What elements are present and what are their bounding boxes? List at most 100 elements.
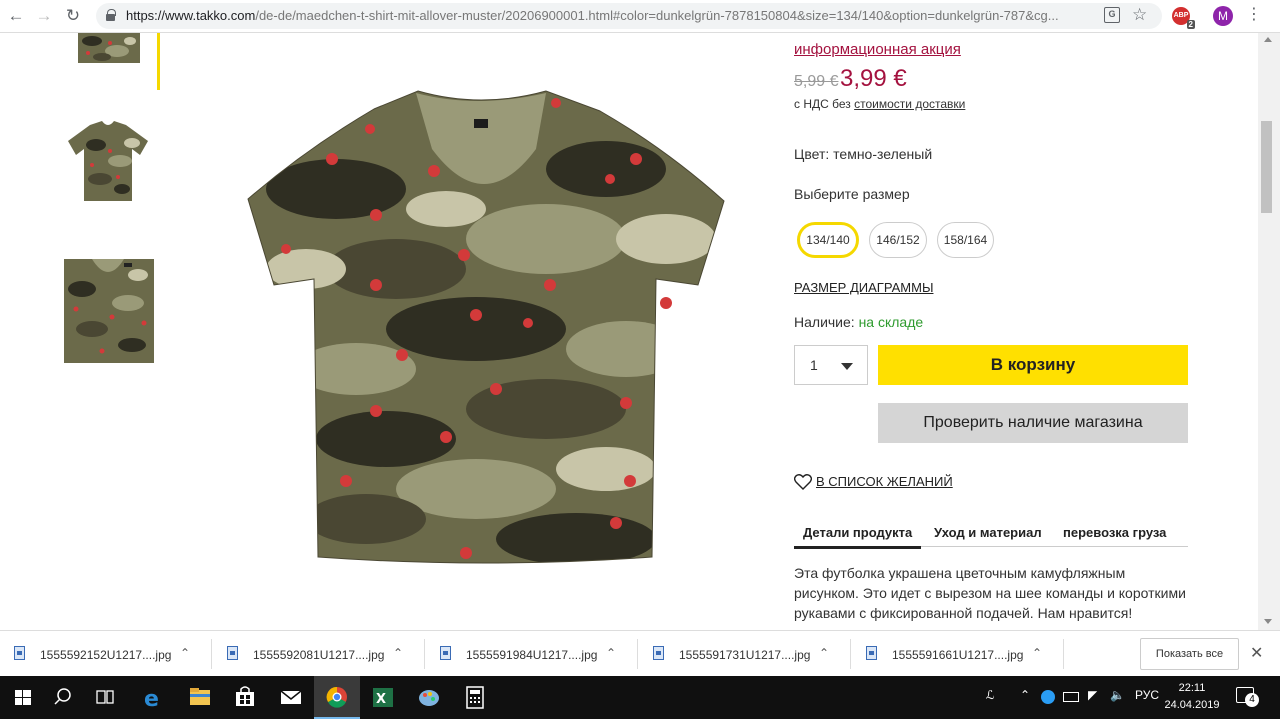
volume-icon[interactable]: 🔈 — [1110, 688, 1125, 702]
thumbnail-1[interactable] — [62, 33, 154, 67]
download-filename: 1555591731U1217....jpg — [679, 648, 811, 662]
product-main-image[interactable] — [246, 89, 728, 570]
forward-icon[interactable]: → — [34, 6, 54, 26]
download-filename: 1555592152U1217....jpg — [40, 648, 172, 662]
chevron-up-icon[interactable]: ⌃ — [393, 646, 403, 660]
paint-app-icon[interactable] — [406, 676, 452, 719]
old-price: 5,99 € — [794, 73, 839, 90]
chrome-taskbar-icon[interactable] — [314, 676, 360, 719]
address-bar[interactable]: https://www.takko.com/de-de/maedchen-t-s… — [96, 3, 1162, 29]
size-button-146-152[interactable]: 146/152 — [869, 222, 927, 258]
browser-menu-icon[interactable]: ⋮ — [1246, 5, 1262, 25]
wishlist-link[interactable]: В СПИСОК ЖЕЛАНИЙ — [794, 474, 953, 490]
edge-browser-icon[interactable]: e — [130, 676, 176, 719]
shipping-cost-link[interactable]: стоимости доставки — [854, 97, 965, 111]
quantity-select[interactable]: 1 — [794, 345, 868, 385]
language-indicator[interactable]: РУС — [1135, 688, 1159, 702]
adblock-extension-icon[interactable]: ABP 2 — [1172, 7, 1195, 29]
clock-date: 24.04.2019 — [1164, 699, 1220, 711]
chevron-up-icon[interactable]: ⌃ — [819, 646, 829, 660]
tab-care-material[interactable]: Уход и материал — [934, 525, 1042, 547]
bookmark-star-icon[interactable]: ☆ — [1132, 5, 1147, 25]
reload-icon[interactable]: ↻ — [63, 6, 83, 26]
chevron-up-icon[interactable]: ⌃ — [1020, 688, 1030, 702]
chevron-up-icon[interactable]: ⌃ — [180, 646, 190, 660]
thumbnail-3[interactable] — [62, 259, 154, 363]
task-view-icon[interactable] — [82, 676, 128, 719]
network-icon[interactable]: ◤ — [1088, 688, 1097, 702]
clock[interactable]: 22:11 24.04.2019 — [1162, 680, 1222, 714]
scrollbar-thumb[interactable] — [1261, 121, 1272, 213]
notification-count: 4 — [1245, 693, 1259, 707]
back-icon[interactable]: ← — [6, 6, 26, 26]
download-item[interactable]: 1555592081U1217....jpg ⌃ — [213, 639, 425, 669]
size-title: Выберите размер — [794, 186, 910, 202]
image-file-icon — [227, 646, 238, 660]
product-tabs: Детали продукта Уход и материал перевозк… — [794, 523, 1188, 549]
tab-product-details[interactable]: Детали продукта — [794, 525, 922, 549]
url-host: https://www.takko.com — [126, 8, 256, 23]
ext-label: ABP — [1173, 12, 1189, 19]
chevron-up-icon[interactable]: ⌃ — [1032, 646, 1042, 660]
size-chart-link[interactable]: РАЗМЕР ДИАГРАММЫ — [794, 280, 933, 295]
heart-icon — [794, 474, 812, 490]
svg-text:X: X — [376, 692, 386, 707]
thumbnail-active-indicator — [157, 33, 160, 90]
browser-toolbar: ← → ↻ https://www.takko.com/de-de/maedch… — [0, 0, 1280, 33]
search-icon[interactable] — [40, 676, 86, 719]
promo-link[interactable]: информационная акция — [794, 41, 961, 58]
check-store-availability-button[interactable]: Проверить наличие магазина — [878, 403, 1188, 443]
availability: Наличие: на складе — [794, 314, 923, 330]
thumbnail-2[interactable] — [62, 121, 154, 205]
scroll-down-icon[interactable] — [1264, 619, 1272, 624]
notification-center-icon[interactable]: 4 — [1236, 687, 1259, 707]
product-page: информационная акция 5,99 € 3,99 € с НДС… — [0, 33, 1280, 630]
color-label: Цвет: темно-зеленый — [794, 146, 933, 162]
url-path: /de-de/maedchen-t-shirt-mit-allover-must… — [255, 8, 1059, 23]
profile-avatar[interactable]: M — [1213, 6, 1233, 26]
download-item[interactable]: 1555591984U1217....jpg ⌃ — [426, 639, 638, 669]
chevron-down-icon — [841, 363, 853, 370]
download-filename: 1555592081U1217....jpg — [253, 648, 385, 662]
download-item[interactable]: 1555591661U1217....jpg ⌃ — [852, 639, 1064, 669]
lock-icon — [106, 9, 116, 22]
clock-time: 22:11 — [1178, 682, 1206, 694]
close-icon[interactable]: ✕ — [1250, 643, 1263, 663]
availability-value: на складе — [858, 314, 924, 330]
vat-note: с НДС без стоимости доставки — [794, 97, 965, 111]
tray-app-icon[interactable] — [1041, 690, 1055, 704]
image-file-icon — [866, 646, 877, 660]
battery-icon[interactable] — [1063, 692, 1079, 702]
add-to-cart-button[interactable]: В корзину — [878, 345, 1188, 385]
store-icon[interactable] — [222, 676, 268, 719]
file-explorer-icon[interactable] — [177, 676, 223, 719]
calculator-icon[interactable] — [452, 676, 498, 719]
wishlist-label: В СПИСОК ЖЕЛАНИЙ — [816, 474, 953, 489]
quantity-value: 1 — [810, 357, 818, 373]
translate-icon[interactable]: G — [1104, 7, 1120, 23]
availability-label: Наличие: — [794, 314, 855, 330]
download-item[interactable]: 1555592152U1217....jpg ⌃ — [0, 639, 212, 669]
svg-text:e: e — [144, 687, 159, 712]
tab-shipping[interactable]: перевозка груза — [1063, 525, 1166, 547]
product-description: Эта футболка украшена цветочным камуфляж… — [794, 565, 1186, 621]
download-filename: 1555591661U1217....jpg — [892, 648, 1024, 662]
vat-prefix: с НДС без — [794, 97, 851, 111]
url-text[interactable]: https://www.takko.com/de-de/maedchen-t-s… — [126, 8, 1086, 23]
chevron-up-icon[interactable]: ⌃ — [606, 646, 616, 660]
size-button-134-140[interactable]: 134/140 — [797, 222, 859, 258]
size-button-158-164[interactable]: 158/164 — [937, 222, 994, 258]
ext-badge: 2 — [1186, 20, 1195, 29]
excel-icon[interactable]: X — [360, 676, 406, 719]
page-scrollbar[interactable] — [1258, 33, 1280, 630]
image-file-icon — [440, 646, 451, 660]
image-file-icon — [14, 646, 25, 660]
people-icon[interactable]: ℒ — [986, 688, 995, 702]
scroll-up-icon[interactable] — [1264, 37, 1272, 42]
show-all-downloads-button[interactable]: Показать все — [1140, 638, 1239, 670]
downloads-bar: 1555592152U1217....jpg ⌃ 1555592081U1217… — [0, 630, 1280, 676]
mail-icon[interactable] — [268, 676, 314, 719]
windows-taskbar: e X ℒ ⌃ ◤ 🔈 РУС 22:11 24.04.2019 4 — [0, 676, 1280, 719]
image-file-icon — [653, 646, 664, 660]
download-item[interactable]: 1555591731U1217....jpg ⌃ — [639, 639, 851, 669]
